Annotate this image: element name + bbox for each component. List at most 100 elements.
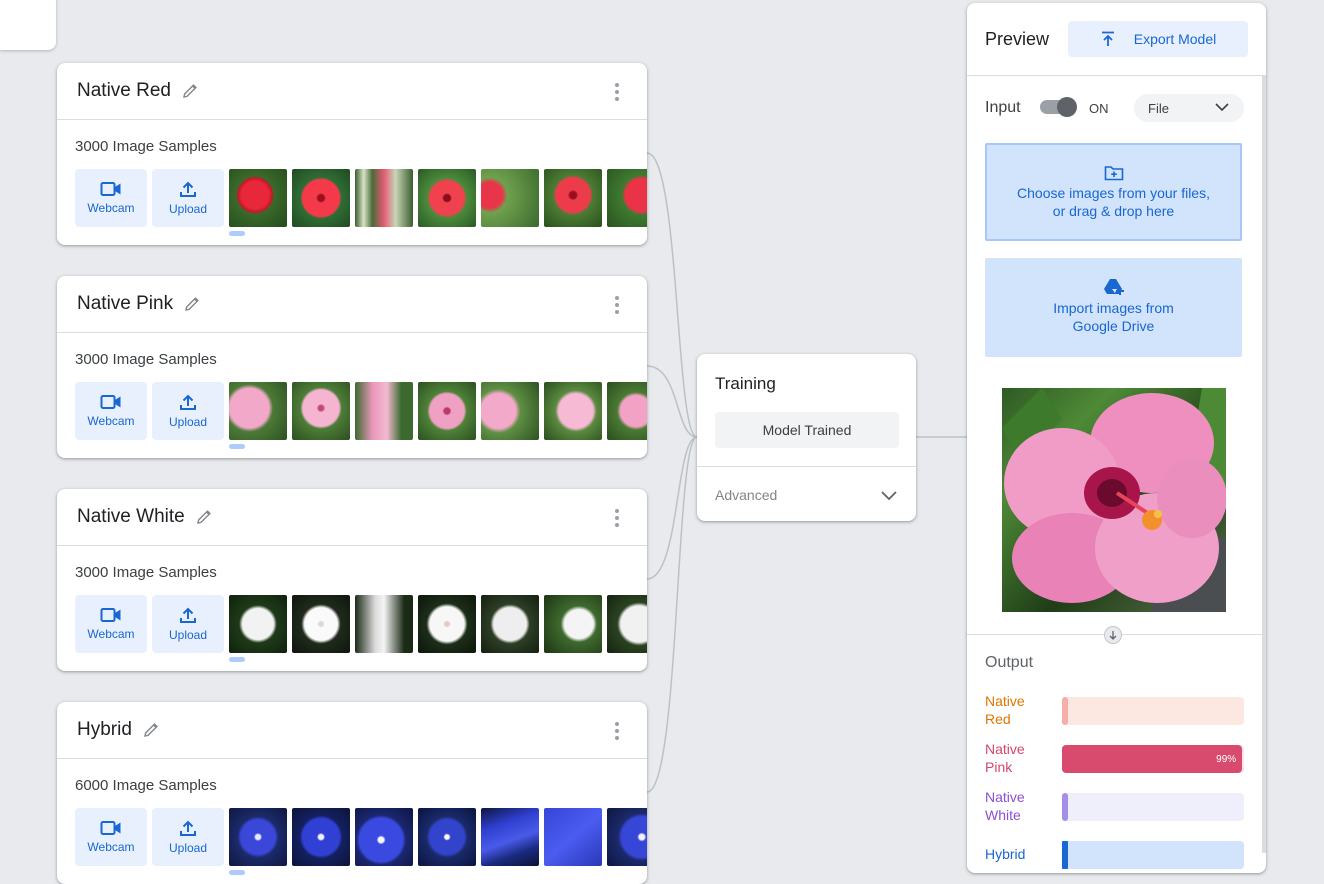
sample-thumbnail[interactable] [292,808,350,866]
drive-text-1: Import images from [1053,300,1174,316]
sample-thumbnail[interactable] [292,595,350,653]
confidence-bar-fill [1062,841,1068,869]
upload-button[interactable]: Upload [152,169,224,227]
google-drive-import[interactable]: Import images from Google Drive [985,258,1242,357]
advanced-toggle[interactable]: Advanced [715,487,777,503]
input-toggle[interactable] [1040,97,1077,117]
divider [697,466,916,467]
videocam-icon [100,182,121,196]
preview-panel: Preview Export Model Input ON File Choos… [967,3,1266,873]
sample-thumbnail[interactable] [292,382,350,440]
chevron-down-icon[interactable] [880,489,898,501]
training-card: Training Model Trained Advanced [697,354,916,521]
webcam-label: Webcam [87,414,135,428]
thumbnail-strip[interactable] [229,595,647,653]
thumbnail-strip[interactable] [229,169,647,227]
sample-thumbnail[interactable] [229,808,287,866]
videocam-icon [100,821,121,835]
sample-thumbnail[interactable] [418,595,476,653]
sample-thumbnail[interactable] [544,808,602,866]
thumbnail-scrollbar[interactable] [229,870,245,875]
output-class-label: Native Red [985,692,1055,728]
upload-button[interactable]: Upload [152,382,224,440]
upload-button[interactable]: Upload [152,595,224,653]
sample-thumbnail[interactable] [292,169,350,227]
sample-thumbnail[interactable] [355,808,413,866]
sample-row: Webcam Upload [75,169,647,227]
upload-icon [180,394,196,410]
sample-thumbnail[interactable] [481,382,539,440]
sample-count: 6000 Image Samples [75,777,217,794]
sample-thumbnail[interactable] [229,382,287,440]
drop-zone-text-1: Choose images from your files, [1017,185,1210,201]
webcam-label: Webcam [87,201,135,215]
output-class-label-line: Hybrid [985,846,1026,862]
sample-thumbnail[interactable] [607,595,647,653]
class-name[interactable]: Native White [77,506,185,528]
videocam-icon [100,395,121,409]
output-class-label-line: Native [985,789,1025,805]
kebab-menu-icon[interactable] [611,509,623,527]
pencil-icon[interactable] [183,295,201,313]
sample-thumbnail[interactable] [544,169,602,227]
sample-thumbnail[interactable] [418,808,476,866]
drop-zone-text-2: or drag & drop here [1052,203,1175,219]
sample-thumbnail[interactable] [544,382,602,440]
sample-thumbnail[interactable] [481,595,539,653]
output-label: Output [985,654,1034,671]
webcam-label: Webcam [87,627,135,641]
class-name[interactable]: Hybrid [77,719,132,741]
class-card-native-white: Native White 3000 Image Samples Webcam U… [57,489,647,671]
output-row: Native Red [985,692,1245,728]
thumbnail-strip[interactable] [229,382,647,440]
upload-label: Upload [168,415,208,429]
preview-image [1002,388,1226,612]
pencil-icon[interactable] [181,82,199,100]
sample-thumbnail[interactable] [481,808,539,866]
thumbnail-scrollbar[interactable] [229,657,245,662]
webcam-button[interactable]: Webcam [75,595,147,653]
kebab-menu-icon[interactable] [611,83,623,101]
kebab-menu-icon[interactable] [611,296,623,314]
class-card-header: Native Pink [57,276,647,333]
kebab-menu-icon[interactable] [611,722,623,740]
input-source-select[interactable]: File [1134,94,1244,122]
output-row: Hybrid [985,836,1245,872]
upload-icon [180,607,196,623]
webcam-button[interactable]: Webcam [75,808,147,866]
toggle-state: ON [1089,101,1109,116]
pencil-icon[interactable] [142,721,160,739]
file-drop-zone[interactable]: Choose images from your files, or drag &… [985,143,1242,241]
upload-label: Upload [168,841,208,855]
confidence-bar [1062,841,1244,869]
sample-thumbnail[interactable] [355,382,413,440]
sample-thumbnail[interactable] [355,169,413,227]
sample-thumbnail[interactable] [229,169,287,227]
pencil-icon[interactable] [195,508,213,526]
sample-thumbnail[interactable] [418,382,476,440]
sample-thumbnail[interactable] [229,595,287,653]
upload-button[interactable]: Upload [152,808,224,866]
thumbnail-strip[interactable] [229,808,647,866]
sample-thumbnail[interactable] [607,169,647,227]
confidence-bar [1062,793,1244,821]
sample-thumbnail[interactable] [607,808,647,866]
sample-row: Webcam Upload [75,382,647,440]
class-name[interactable]: Native Pink [77,293,173,315]
sample-thumbnail[interactable] [481,169,539,227]
panel-scrollbar[interactable] [1262,75,1266,853]
train-model-button[interactable]: Model Trained [715,412,899,448]
sample-thumbnail[interactable] [544,595,602,653]
sample-thumbnail[interactable] [355,595,413,653]
confidence-value: 99% [1216,753,1237,765]
webcam-button[interactable]: Webcam [75,382,147,440]
preview-header: Preview Export Model [967,3,1266,76]
sample-thumbnail[interactable] [607,382,647,440]
videocam-icon [100,608,121,622]
sample-thumbnail[interactable] [418,169,476,227]
class-name[interactable]: Native Red [77,80,171,102]
thumbnail-scrollbar[interactable] [229,231,245,236]
webcam-button[interactable]: Webcam [75,169,147,227]
export-model-button[interactable]: Export Model [1068,21,1248,57]
thumbnail-scrollbar[interactable] [229,444,245,449]
